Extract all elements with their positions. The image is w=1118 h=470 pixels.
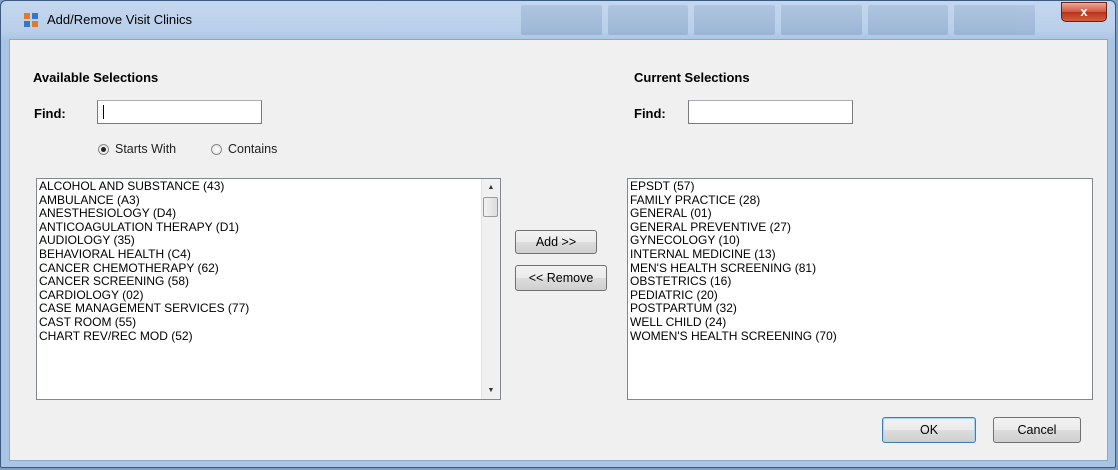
close-button[interactable]: x bbox=[1061, 2, 1107, 22]
radio-unchecked-icon bbox=[211, 143, 222, 155]
radio-starts-with[interactable]: Starts With bbox=[98, 142, 176, 156]
list-item[interactable]: OBSTETRICS (16) bbox=[630, 275, 1092, 289]
available-find-label: Find: bbox=[34, 106, 66, 121]
list-item[interactable]: INTERNAL MEDICINE (13) bbox=[630, 247, 1092, 262]
list-item[interactable]: EPSDT (57) bbox=[630, 179, 1092, 194]
radio-contains-label: Contains bbox=[228, 142, 278, 156]
list-item[interactable]: PEDIATRIC (20) bbox=[630, 288, 1092, 303]
available-items: ALCOHOL AND SUBSTANCE (43) AMBULANCE (A3)… bbox=[39, 179, 500, 344]
list-item[interactable]: CASE MANAGEMENT SERVICES (77) bbox=[39, 302, 500, 316]
list-item[interactable]: CANCER SCREENING (58) bbox=[39, 275, 500, 289]
list-item[interactable]: CHART REV/REC MOD (52) bbox=[39, 329, 500, 344]
add-button[interactable]: Add >> bbox=[515, 230, 597, 254]
list-item[interactable]: GENERAL (01) bbox=[630, 207, 1092, 221]
scroll-down-icon[interactable]: ▼ bbox=[482, 382, 500, 399]
list-item[interactable]: CANCER CHEMOTHERAPY (62) bbox=[39, 261, 500, 276]
current-find-input[interactable] bbox=[688, 100, 853, 124]
list-item[interactable]: GYNECOLOGY (10) bbox=[630, 234, 1092, 248]
radio-contains[interactable]: Contains bbox=[211, 142, 277, 156]
text-caret bbox=[103, 105, 104, 119]
list-item[interactable]: CAST ROOM (55) bbox=[39, 315, 500, 330]
list-item[interactable]: AUDIOLOGY (35) bbox=[39, 234, 500, 248]
title-bar[interactable]: Add/Remove Visit Clinics x bbox=[1, 1, 1115, 39]
background-toolbar-ghost bbox=[521, 5, 1036, 35]
list-item[interactable]: AMBULANCE (A3) bbox=[39, 193, 500, 208]
current-find-label: Find: bbox=[634, 106, 666, 121]
list-item[interactable]: ANTICOAGULATION THERAPY (D1) bbox=[39, 220, 500, 235]
list-item[interactable]: GENERAL PREVENTIVE (27) bbox=[630, 220, 1092, 235]
app-icon bbox=[24, 13, 38, 27]
list-item[interactable]: ALCOHOL AND SUBSTANCE (43) bbox=[39, 179, 500, 194]
available-listbox[interactable]: ALCOHOL AND SUBSTANCE (43) AMBULANCE (A3)… bbox=[36, 178, 501, 400]
list-item[interactable]: POSTPARTUM (32) bbox=[630, 302, 1092, 316]
dialog-client-area: Available Selections Find: Starts With C… bbox=[9, 39, 1108, 461]
list-item[interactable]: CARDIOLOGY (02) bbox=[39, 288, 500, 303]
available-scrollbar[interactable]: ▲ ▼ bbox=[481, 179, 500, 399]
cancel-button[interactable]: Cancel bbox=[993, 417, 1081, 443]
current-listbox[interactable]: EPSDT (57) FAMILY PRACTICE (28) GENERAL (0… bbox=[627, 178, 1093, 400]
ok-button[interactable]: OK bbox=[882, 417, 976, 443]
list-item[interactable]: WOMEN'S HEALTH SCREENING (70) bbox=[630, 329, 1092, 344]
radio-checked-icon bbox=[98, 143, 109, 155]
scroll-up-icon[interactable]: ▲ bbox=[482, 179, 500, 196]
available-find-input[interactable] bbox=[97, 100, 262, 124]
current-items: EPSDT (57) FAMILY PRACTICE (28) GENERAL (0… bbox=[630, 179, 1092, 344]
list-item[interactable]: BEHAVIORAL HEALTH (C4) bbox=[39, 247, 500, 262]
list-item[interactable]: MEN'S HEALTH SCREENING (81) bbox=[630, 261, 1092, 276]
remove-button[interactable]: << Remove bbox=[515, 265, 607, 291]
dialog-window: Add/Remove Visit Clinics x Available Sel… bbox=[0, 0, 1116, 468]
list-item[interactable]: FAMILY PRACTICE (28) bbox=[630, 193, 1092, 208]
scroll-thumb[interactable] bbox=[483, 197, 498, 217]
current-selections-header: Current Selections bbox=[634, 70, 750, 85]
window-title: Add/Remove Visit Clinics bbox=[47, 12, 192, 27]
list-item[interactable]: WELL CHILD (24) bbox=[630, 315, 1092, 330]
radio-starts-with-label: Starts With bbox=[115, 142, 177, 156]
list-item[interactable]: ANESTHESIOLOGY (D4) bbox=[39, 207, 500, 221]
available-selections-header: Available Selections bbox=[33, 70, 159, 85]
